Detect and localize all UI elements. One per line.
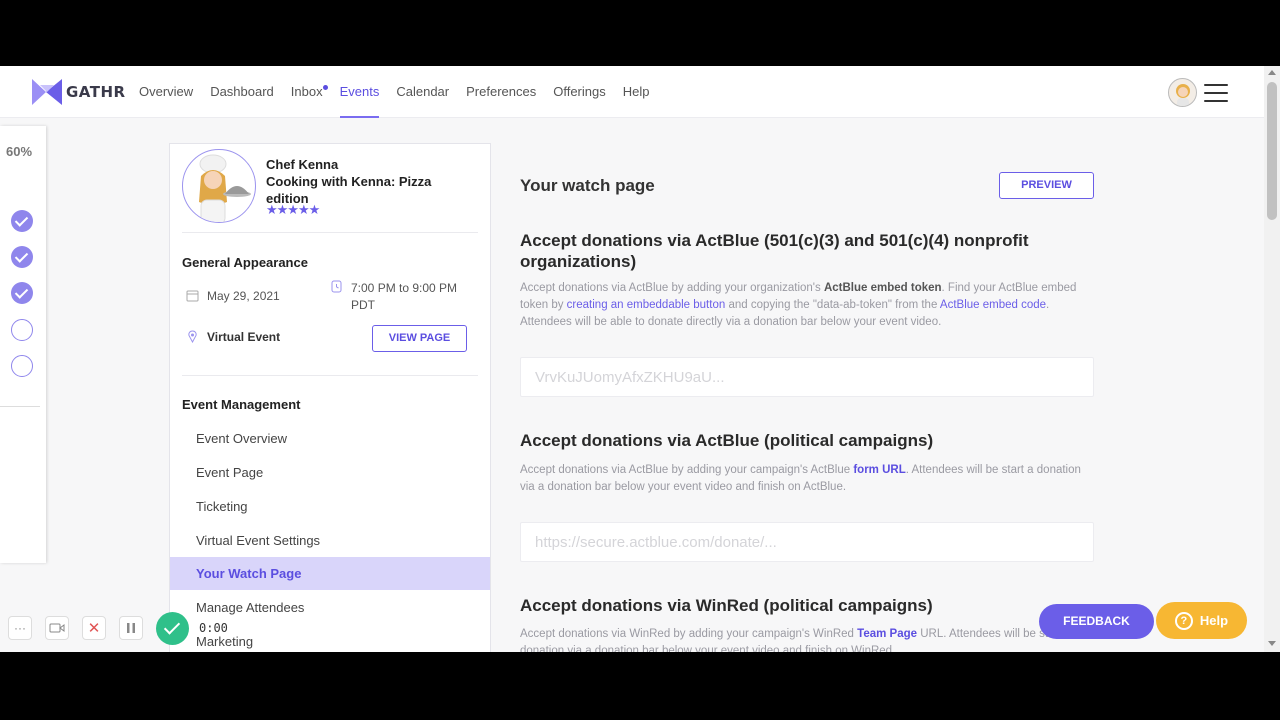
form-url-link[interactable]: form URL — [853, 464, 905, 476]
actblue-political-description: Accept donations via ActBlue by adding y… — [520, 462, 1085, 496]
team-page-link[interactable]: Team Page — [857, 628, 917, 640]
page-scrollbar[interactable] — [1264, 66, 1280, 652]
gathr-logo-icon — [32, 79, 62, 105]
menu-hamburger-icon[interactable] — [1204, 84, 1228, 102]
menu-event-overview[interactable]: Event Overview — [170, 422, 490, 455]
actblue-political-heading: Accept donations via ActBlue (political … — [520, 431, 934, 450]
general-appearance-heading: General Appearance — [182, 255, 308, 270]
event-date: May 29, 2021 — [207, 289, 280, 303]
winred-description: Accept donations via WinRed by adding yo… — [520, 626, 1085, 652]
event-time: 7:00 PM to 9:00 PM PDT — [351, 281, 458, 312]
scroll-thumb[interactable] — [1267, 82, 1277, 220]
unread-dot-icon — [322, 85, 328, 90]
top-nav: GATHR Overview Dashboard Inbox Events Ca… — [0, 66, 1264, 118]
event-date-row: May 29, 2021 — [186, 289, 280, 303]
camera-icon — [49, 623, 65, 633]
host-name: Chef Kenna — [266, 157, 339, 172]
help-button[interactable]: ? Help — [1156, 602, 1247, 639]
embed-token-term: ActBlue embed token — [823, 282, 942, 294]
embed-code-link[interactable]: ActBlue embed code — [940, 299, 1046, 311]
app-screen: GATHR Overview Dashboard Inbox Events Ca… — [0, 66, 1280, 652]
divider — [182, 232, 478, 233]
brand-name: GATHR — [66, 83, 126, 101]
user-avatar[interactable] — [1168, 78, 1197, 107]
event-time-row: 7:00 PM to 9:00 PM PDT — [330, 280, 470, 314]
menu-virtual-event-settings[interactable]: Virtual Event Settings — [170, 524, 490, 557]
nav-help[interactable]: Help — [623, 66, 650, 118]
nav-overview[interactable]: Overview — [139, 66, 193, 118]
user-avatar-icon — [1176, 84, 1190, 106]
finish-recording-icon[interactable] — [156, 611, 189, 645]
nav-events[interactable]: Events — [339, 66, 379, 118]
cancel-recording-icon[interactable]: ✕ — [82, 616, 106, 640]
actblue-nonprofit-heading: Accept donations via ActBlue (501(c)(3) … — [520, 231, 1029, 271]
view-page-button[interactable]: VIEW PAGE — [372, 325, 467, 352]
menu-ticketing[interactable]: Ticketing — [170, 490, 490, 523]
menu-your-watch-page[interactable]: Your Watch Page — [170, 557, 490, 590]
nav-offerings[interactable]: Offerings — [553, 66, 606, 118]
step-2-check-icon[interactable] — [11, 246, 33, 268]
scroll-down-icon[interactable] — [1268, 641, 1276, 646]
nav-inbox[interactable]: Inbox — [290, 66, 328, 118]
step-3-check-icon[interactable] — [11, 282, 33, 304]
actblue-token-input[interactable] — [520, 357, 1094, 397]
nav-inbox-label: Inbox — [290, 84, 323, 99]
step-4-circle-icon[interactable] — [11, 319, 33, 341]
clock-icon — [331, 280, 342, 293]
preview-button[interactable]: PREVIEW — [999, 172, 1094, 199]
gathr-logo[interactable]: GATHR — [32, 79, 126, 105]
question-mark-icon: ? — [1174, 611, 1193, 630]
desc-text: and copying the "data-ab-token" from the — [725, 299, 940, 311]
menu-event-page[interactable]: Event Page — [170, 456, 490, 489]
scroll-up-icon[interactable] — [1268, 70, 1276, 75]
recorder-controls: ··· ✕ 0:00 — [8, 610, 228, 646]
feedback-button[interactable]: FEEDBACK — [1039, 604, 1154, 639]
event-sidebar: Chef Kenna Cooking with Kenna: Pizza edi… — [169, 143, 491, 652]
calendar-icon — [186, 290, 199, 302]
event-location: Virtual Event — [207, 330, 281, 344]
embeddable-button-link[interactable]: creating an embeddable button — [567, 299, 726, 311]
nav-calendar[interactable]: Calendar — [396, 66, 449, 118]
tracker-divider — [0, 406, 40, 407]
host-avatar — [182, 149, 256, 223]
nav-preferences[interactable]: Preferences — [466, 66, 536, 118]
event-location-row: Virtual Event — [186, 330, 280, 344]
desc-text: Accept donations via WinRed by adding yo… — [520, 628, 858, 640]
step-5-circle-icon[interactable] — [11, 355, 33, 377]
location-pin-icon — [188, 330, 197, 343]
desc-text: Accept donations via ActBlue by adding y… — [520, 282, 824, 294]
event-management-heading: Event Management — [182, 397, 301, 412]
progress-tracker: 60% — [0, 126, 46, 563]
actblue-url-input[interactable] — [520, 522, 1094, 562]
page-title: Your watch page — [520, 176, 655, 195]
camera-toggle-icon[interactable] — [45, 616, 69, 640]
help-button-label: Help — [1199, 613, 1229, 628]
winred-heading: Accept donations via WinRed (political c… — [520, 596, 933, 615]
main-nav: Overview Dashboard Inbox Events Calendar… — [139, 66, 666, 118]
progress-percent: 60% — [6, 144, 33, 159]
nav-dashboard[interactable]: Dashboard — [210, 66, 274, 118]
rating-stars-icon: ★★★★★ — [266, 202, 320, 217]
step-1-check-icon[interactable] — [11, 210, 33, 232]
pause-recording-icon[interactable] — [119, 616, 143, 640]
divider — [182, 375, 478, 376]
chef-illustration-icon — [199, 154, 251, 222]
recording-timer: 0:00 — [199, 621, 228, 635]
more-options-icon[interactable]: ··· — [8, 616, 32, 640]
pause-icon — [127, 623, 135, 633]
actblue-nonprofit-description: Accept donations via ActBlue by adding y… — [520, 280, 1085, 331]
desc-text: Accept donations via ActBlue by adding y… — [520, 464, 854, 476]
